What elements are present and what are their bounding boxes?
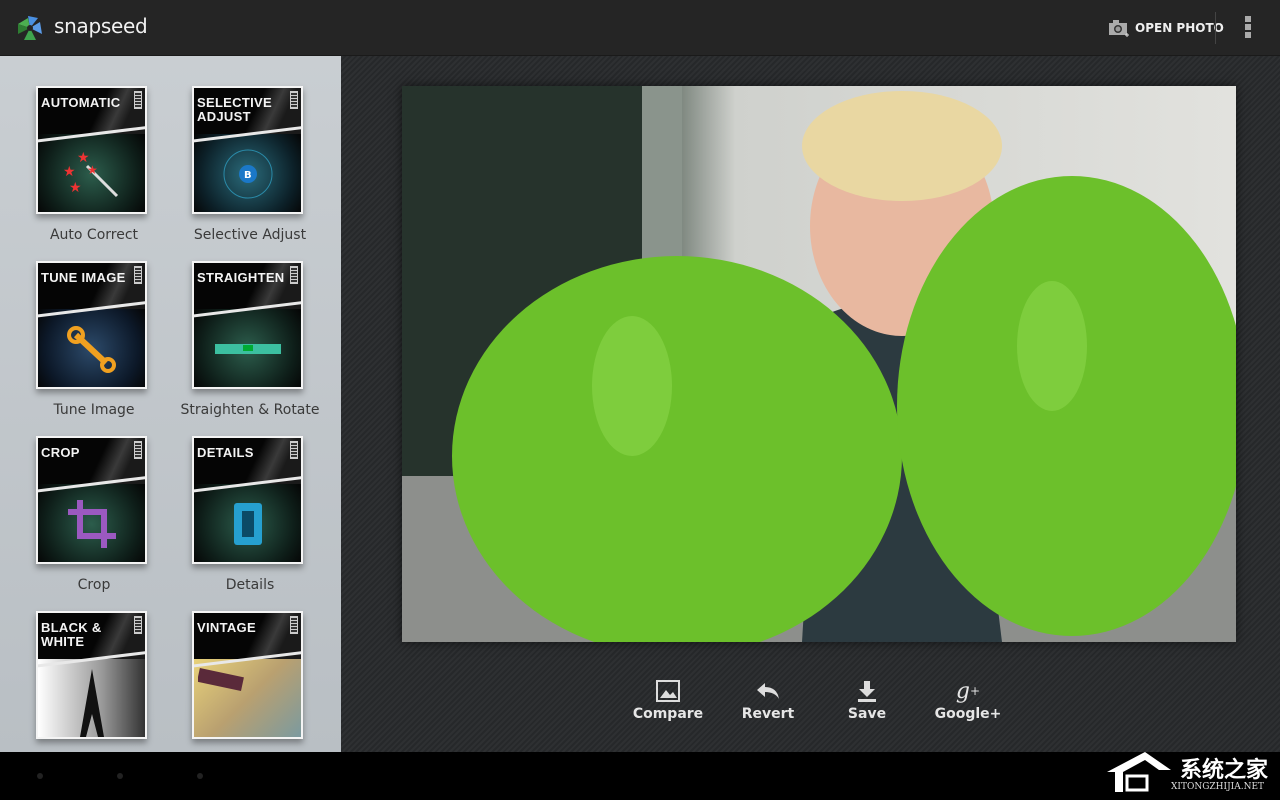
filter-list[interactable]: AUTOMATIC ★ ★ ★ ★ Auto Correct SELECTIVE AD…: [0, 56, 341, 752]
divider: [1215, 12, 1216, 44]
svg-text:B: B: [244, 170, 252, 181]
filter-selective-adjust[interactable]: SELECTIVE ADJUST B Selective Adjust: [172, 86, 328, 256]
recents-button[interactable]: [197, 773, 203, 779]
revert-label: Revert: [741, 706, 795, 722]
cover-title: TUNE IMAGE: [41, 270, 126, 285]
filter-details[interactable]: DETAILS Details: [172, 436, 328, 606]
bourbon-sign-icon: [197, 667, 244, 692]
undo-arrow-icon: [757, 683, 779, 699]
photo-image: [402, 86, 1236, 642]
cover-title: DETAILS: [197, 445, 254, 460]
filter-tune-image[interactable]: TUNE IMAGE Tune Image: [16, 261, 172, 431]
back-button[interactable]: [37, 773, 43, 779]
filter-label: Auto Correct: [49, 227, 139, 243]
compare-button[interactable]: Compare: [618, 676, 718, 722]
svg-text:★: ★: [87, 163, 98, 177]
control-point-icon: B: [223, 149, 272, 199]
cover-title: STRAIGHTEN: [197, 270, 285, 285]
svg-text:★: ★: [63, 164, 76, 180]
top-action-bar: snapseed OPEN PHOTO: [0, 0, 1280, 56]
filter-label: Selective Adjust: [193, 227, 307, 243]
house-logo-icon: [1107, 752, 1171, 792]
magic-wand-icon: ★★ ★★: [63, 150, 118, 198]
image-icon: [656, 680, 680, 702]
filter-label: Details: [225, 577, 275, 593]
home-button[interactable]: [117, 773, 123, 779]
revert-button[interactable]: Revert: [718, 676, 818, 722]
open-photo-button[interactable]: OPEN PHOTO: [1108, 16, 1224, 40]
app-name: snapseed: [54, 14, 148, 38]
svg-text:★: ★: [69, 180, 82, 196]
compare-label: Compare: [632, 706, 704, 722]
photo-preview[interactable]: [402, 86, 1236, 642]
google-plus-button[interactable]: g + Google+: [918, 676, 1018, 723]
cover-title: SELECTIVE ADJUST: [197, 95, 272, 124]
save-label: Save: [847, 706, 887, 722]
filter-vintage[interactable]: VINTAGE: [172, 611, 328, 752]
sharpener-icon: [233, 503, 262, 545]
wrench-icon: [66, 326, 116, 373]
watermark-en: XITONGZHIJIA.NET: [1171, 782, 1265, 792]
cover-title: BLACK & WHITE: [41, 620, 102, 649]
open-photo-label: OPEN PHOTO: [1135, 21, 1224, 35]
snapseed-logo-icon: [18, 16, 42, 40]
filter-crop[interactable]: CROP Crop: [16, 436, 172, 606]
cover-title: CROP: [41, 445, 80, 460]
watermark: 系统之家 XITONGZHIJIA.NET: [1105, 748, 1277, 798]
filter-auto-correct[interactable]: AUTOMATIC ★ ★ ★ ★ Auto Correct: [16, 86, 172, 256]
google-plus-label: Google+: [934, 706, 1002, 722]
eiffel-tower-icon: [79, 669, 104, 737]
overflow-menu-icon[interactable]: [1240, 16, 1256, 40]
editor-area: Compare Revert Save g + Google+: [341, 56, 1280, 752]
filter-straighten-rotate[interactable]: STRAIGHTEN Straighten & Rotate: [172, 261, 328, 431]
level-icon: [214, 344, 281, 354]
system-nav-bar: [0, 752, 1280, 800]
google-plus-icon: g +: [955, 678, 981, 704]
watermark-cn: 系统之家: [1180, 758, 1269, 783]
download-icon: [858, 681, 876, 702]
filter-black-white[interactable]: BLACK & WHITE: [16, 611, 172, 752]
save-button[interactable]: Save: [817, 676, 917, 722]
cover-title: VINTAGE: [197, 620, 256, 635]
cover-title: AUTOMATIC: [41, 95, 121, 110]
filter-label: Straighten & Rotate: [180, 402, 320, 418]
filter-label: Tune Image: [53, 402, 135, 418]
filter-label: Crop: [77, 577, 111, 593]
camera-icon: [1109, 20, 1129, 37]
crop-icon: [67, 500, 116, 548]
